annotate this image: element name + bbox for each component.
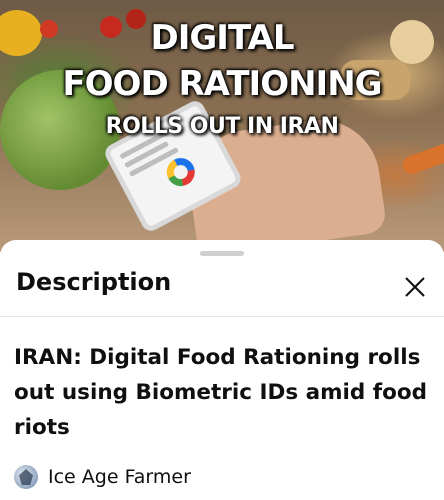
close-icon	[405, 277, 425, 297]
channel-row[interactable]: Ice Age Farmer	[14, 462, 191, 492]
divider	[0, 316, 444, 317]
close-button[interactable]	[398, 270, 432, 304]
carrot-graphic	[400, 141, 444, 177]
donut-chart-graphic	[161, 153, 200, 192]
drag-handle[interactable]	[200, 251, 244, 256]
video-thumbnail[interactable]: DIGITAL FOOD RATIONING ROLLS OUT IN IRAN	[0, 0, 444, 252]
sheet-title: Description	[16, 268, 172, 296]
description-sheet: Description IRAN: Digital Food Rationing…	[0, 240, 444, 500]
channel-avatar-icon[interactable]	[14, 465, 38, 489]
video-title: IRAN: Digital Food Rationing rolls out u…	[14, 345, 428, 440]
thumbnail-title-line-3: ROLLS OUT IN IRAN	[105, 114, 339, 139]
thumbnail-title-line-1: DIGITAL	[150, 18, 295, 58]
screen: DIGITAL FOOD RATIONING ROLLS OUT IN IRAN…	[0, 0, 444, 500]
channel-name[interactable]: Ice Age Farmer	[48, 466, 191, 488]
thumbnail-title-line-2: FOOD RATIONING	[62, 64, 382, 104]
